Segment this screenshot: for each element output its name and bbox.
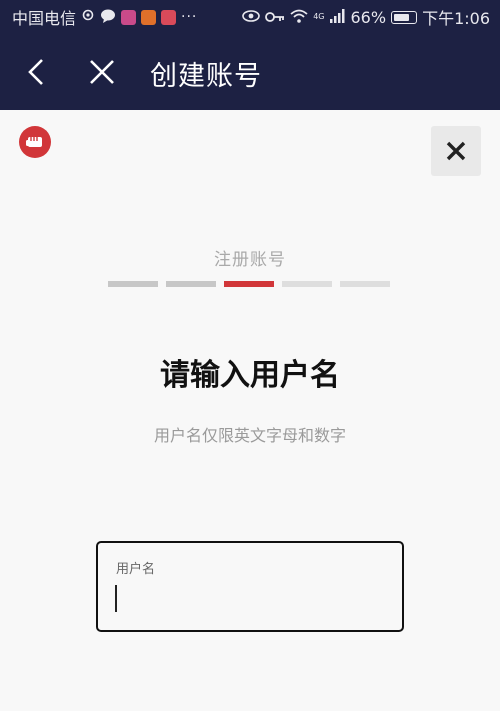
step-4: [282, 281, 332, 287]
signal-icon: [329, 8, 346, 27]
status-bar-left: 中国电信 ···: [12, 5, 197, 29]
step-title: 注册账号: [214, 250, 286, 270]
battery-percent: 66%: [350, 7, 387, 27]
close-webview-button[interactable]: [84, 54, 120, 90]
text-caret: [115, 585, 117, 612]
more-notifications: ···: [181, 9, 198, 25]
key-icon: [265, 8, 285, 27]
username-label: 用户名: [116, 562, 156, 577]
network-type: 4G: [313, 12, 325, 21]
chat-icon: [100, 8, 116, 27]
close-dialog-button[interactable]: [431, 126, 481, 176]
calendar-icon: [161, 9, 177, 25]
video-icon: [141, 9, 157, 25]
form-heading: 请输入用户名: [160, 358, 340, 393]
form-hint: 用户名仅限英文字母和数字: [153, 426, 346, 445]
app-icon-red: [121, 9, 137, 25]
brand-logo: [19, 126, 51, 158]
status-bar-right: 4G 66% 下午1:06: [242, 5, 490, 29]
username-field[interactable]: 用户名: [96, 541, 404, 632]
back-button[interactable]: [18, 54, 54, 90]
step-3-current: [224, 281, 274, 287]
chevron-left-icon: [28, 59, 43, 85]
close-icon: [446, 141, 466, 161]
clock: 下午1:06: [422, 9, 490, 28]
wifi-icon: [290, 8, 308, 27]
navigation-bar: 创建账号: [0, 38, 500, 108]
fist-icon: [26, 137, 42, 147]
app-header: 中国电信 ··· 4G 66% 下午1:06 创建账号: [0, 0, 500, 110]
location-icon: [81, 8, 95, 27]
step-1: [108, 281, 158, 287]
username-input[interactable]: [112, 583, 382, 613]
close-icon: [90, 60, 114, 84]
step-progress: [108, 281, 390, 287]
status-bar: 中国电信 ··· 4G 66% 下午1:06: [0, 0, 500, 34]
step-5: [340, 281, 390, 287]
eye-icon: [242, 8, 261, 27]
step-2: [166, 281, 216, 287]
battery-icon: [391, 10, 418, 24]
page-title: 创建账号: [150, 61, 262, 92]
carrier-label: 中国电信: [12, 9, 77, 28]
